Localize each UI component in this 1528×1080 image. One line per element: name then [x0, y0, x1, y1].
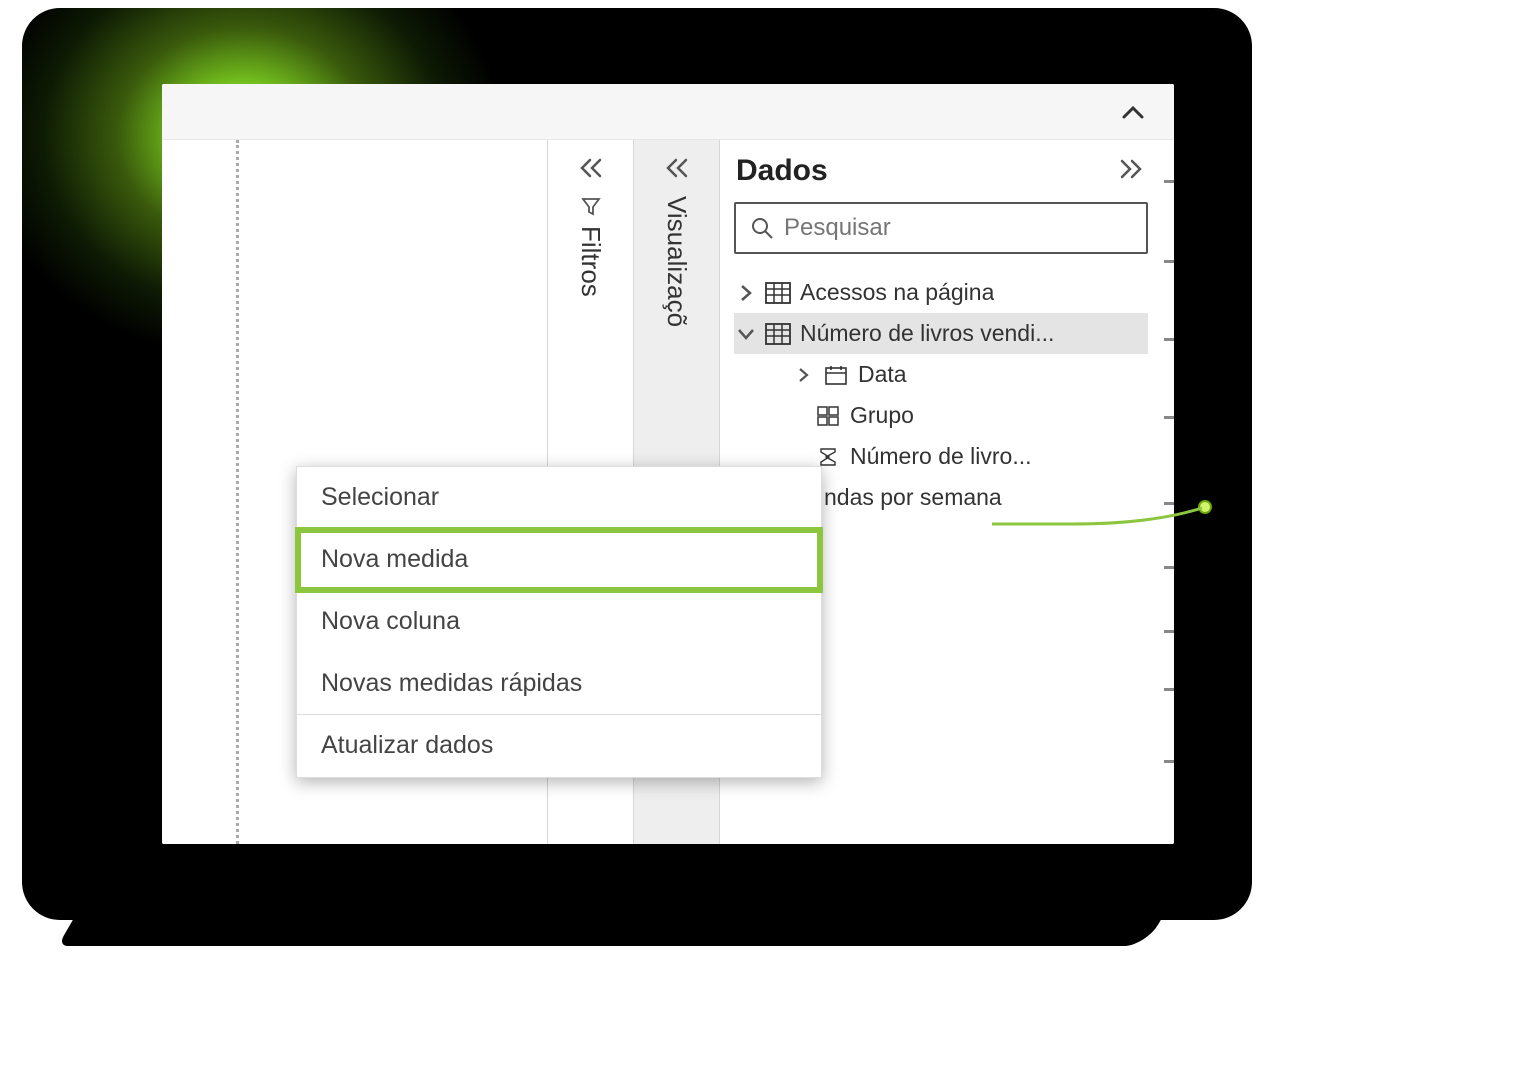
context-menu: Selecionar Nova medida Nova coluna Novas…: [296, 466, 822, 778]
calendar-icon: [822, 363, 850, 387]
field-row-group[interactable]: Grupo: [734, 395, 1148, 436]
chevron-double-right-icon[interactable]: [1118, 155, 1144, 187]
menu-item-new-measure[interactable]: Nova medida: [297, 529, 821, 591]
menu-item-new-column[interactable]: Nova coluna: [297, 591, 821, 653]
chevron-double-left-icon[interactable]: [664, 154, 690, 186]
canvas-edge-dotted: [236, 140, 239, 844]
chevron-double-left-icon[interactable]: [578, 154, 604, 186]
table-label: Acessos na página: [800, 279, 994, 306]
menu-item-select[interactable]: Selecionar: [297, 467, 821, 529]
top-ribbon-strip: [162, 84, 1174, 140]
menu-item-refresh-data[interactable]: Atualizar dados: [297, 715, 821, 777]
menu-item-quick-measures[interactable]: Novas medidas rápidas: [297, 653, 821, 715]
field-label: Data: [858, 361, 907, 388]
field-label: Número de livro...: [850, 443, 1032, 470]
filters-pane-label: Filtros: [575, 196, 606, 297]
search-icon: [750, 216, 774, 240]
field-row-date[interactable]: Data: [734, 354, 1148, 395]
table-label: Número de livros vendi...: [800, 320, 1054, 347]
chevron-right-icon[interactable]: [794, 367, 814, 383]
table-icon: [764, 281, 792, 305]
data-pane-title: Dados: [736, 154, 828, 188]
table-row[interactable]: Número de livros vendi...: [734, 313, 1148, 354]
field-label: Grupo: [850, 402, 914, 429]
powerbi-window: Filtros Visualizaçõ Dados: [162, 84, 1174, 844]
visualizations-pane-label: Visualizaçõ: [661, 196, 692, 327]
annotation-endpoint-dot: [1198, 500, 1212, 514]
table-row[interactable]: Acessos na página: [734, 272, 1148, 313]
filter-icon: [578, 196, 604, 216]
decorative-frame: Filtros Visualizaçõ Dados: [22, 8, 1252, 920]
right-edge-ticks: [1160, 140, 1174, 844]
sigma-icon: [814, 445, 842, 469]
search-box[interactable]: [734, 202, 1148, 254]
chevron-right-icon[interactable]: [736, 284, 756, 302]
search-input[interactable]: [784, 214, 1132, 242]
table-label-fragment: ndas por semana: [824, 484, 1002, 511]
decorative-shadow-bottom: [58, 876, 1186, 946]
data-pane-header: Dados: [734, 152, 1148, 202]
chevron-up-icon[interactable]: [1122, 98, 1144, 126]
table-icon: [764, 322, 792, 346]
chevron-down-icon[interactable]: [736, 327, 756, 341]
group-icon: [814, 404, 842, 428]
